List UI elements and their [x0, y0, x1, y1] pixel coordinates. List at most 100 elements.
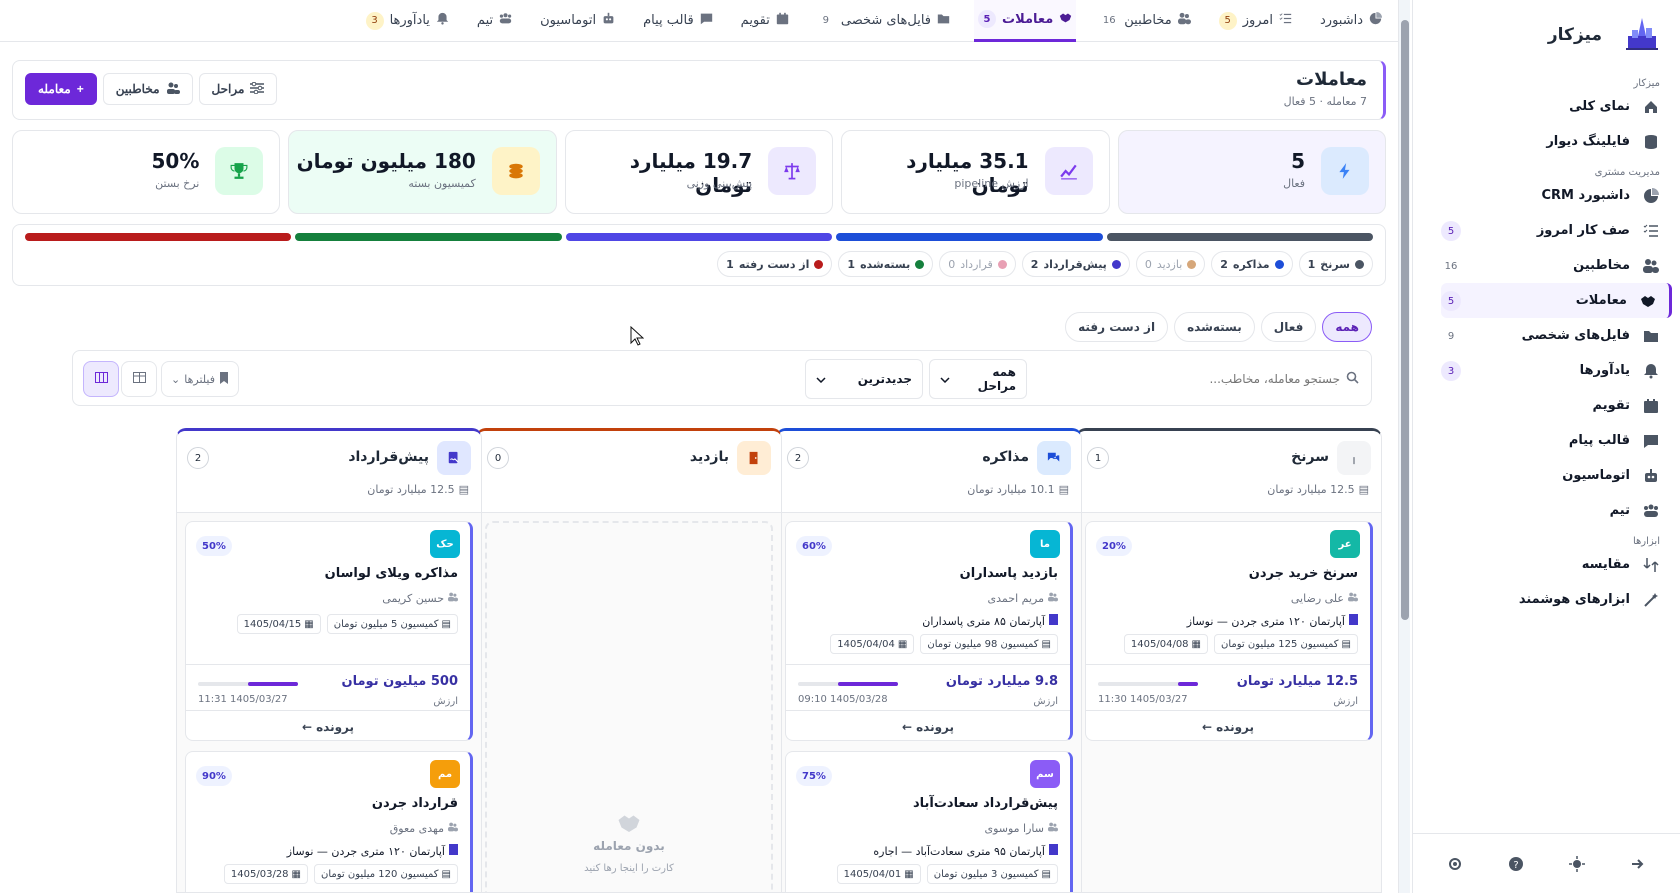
stage-select[interactable]: همه مراحل — [929, 359, 1027, 399]
sidebar-item[interactable]: یادآورها 3 — [1441, 353, 1672, 388]
deal-property[interactable]: آپارتمان ۱۲۰ متری جردن — نوساز — [287, 844, 458, 858]
property-name: آپارتمان ۱۲۰ متری جردن — نوساز — [286, 844, 445, 858]
gear-icon[interactable] — [1446, 855, 1464, 873]
stage-chip[interactable]: قرارداد 0 — [939, 251, 1016, 277]
top-tab[interactable]: تیم — [473, 0, 516, 42]
open-file-button[interactable]: پرونده ← — [186, 710, 470, 740]
folder-icon — [1642, 327, 1660, 345]
sidebar-item-badge: 16 — [1444, 260, 1458, 272]
avatar: مم — [430, 760, 460, 788]
stat-label: نرخ بستن — [155, 177, 200, 190]
theme-icon[interactable] — [1568, 855, 1586, 873]
filter-pill[interactable]: فعال — [1260, 312, 1317, 342]
top-tab[interactable]: مخاطبین 16 — [1096, 0, 1194, 42]
sidebar-item[interactable]: اتوماسیون — [1441, 458, 1672, 493]
coins-icon: ▤ — [1341, 638, 1351, 650]
filter-pill[interactable]: همه — [1322, 312, 1372, 342]
sidebar-item[interactable]: تقویم — [1441, 388, 1672, 423]
stage-chip[interactable]: پیش‌قرارداد 2 — [1021, 251, 1130, 277]
deal-card[interactable]: سم 75% پیش‌قرارداد سعادت‌آباد سارا موسوی آپا… — [785, 751, 1073, 892]
sidebar-item[interactable]: ابزارهای هوشمند — [1441, 582, 1672, 617]
search-box[interactable] — [1039, 363, 1359, 395]
board-view-button[interactable] — [83, 361, 119, 397]
deal-property[interactable]: آپارتمان ۸۵ متری پاسداران — [922, 614, 1058, 628]
deal-property[interactable]: آپارتمان ۹۵ متری سعادت‌آباد — اجاره — [873, 844, 1058, 858]
top-tab[interactable]: قالب پیام — [639, 0, 717, 42]
stage-chip[interactable]: سرنخ 1 — [1298, 251, 1373, 277]
team-icon — [1642, 502, 1660, 520]
stage-chip-count: 2 — [1220, 257, 1228, 271]
avatar: ما — [1030, 530, 1060, 558]
deal-card[interactable]: عر 20% سرنخ خرید جردن علی رضایی آپارتمان ۱۲۰… — [1085, 521, 1373, 741]
sidebar-item-label: تقویم — [1592, 398, 1630, 413]
deal-property[interactable]: آپارتمان ۱۲۰ متری جردن — نوساز — [1187, 614, 1358, 628]
logout-icon[interactable] — [1629, 855, 1647, 873]
deal-card[interactable]: مم 90% قرارداد جردن مهدی معوق آپارتمان ۱۲۰ م… — [185, 751, 473, 892]
deal-tags: ▤ کمیسیون 120 میلیون تومان ▦ 1405/03/28 — [223, 864, 458, 884]
calendar-icon: ▦ — [904, 868, 914, 880]
open-file-button[interactable]: پرونده ← — [1086, 710, 1370, 740]
top-tab[interactable]: فایل‌های شخصی 9 — [813, 0, 954, 42]
stage-chip[interactable]: بازدید 0 — [1135, 251, 1206, 277]
sidebar-item[interactable]: صف کار امروز 5 — [1441, 213, 1672, 248]
empty-dropzone[interactable]: بدون معامله کارت را اینجا رها کنید — [485, 521, 773, 892]
stage-chip[interactable]: مذاکره 2 — [1211, 251, 1293, 277]
sidebar-item[interactable]: مخاطبین 16 — [1441, 248, 1672, 283]
filters-button[interactable]: فیلترها ⌄ — [161, 361, 239, 397]
sidebar-item-label: قالب پیام — [1568, 433, 1630, 448]
commission-tag: ▤ کمیسیون 3 میلیون تومان — [926, 864, 1058, 884]
sidebar-item-badge: 3 — [1441, 361, 1461, 381]
search-input[interactable] — [1060, 372, 1340, 386]
copy-icon: ▤ — [1358, 483, 1369, 496]
top-tab[interactable]: داشبورد — [1316, 0, 1386, 42]
page-scrollbar[interactable] — [1398, 0, 1410, 893]
deal-card[interactable]: ما 60% بازدید پاسداران مریم احمدی آپارتمان ۸… — [785, 521, 1073, 741]
sort-select[interactable]: جدیدترین — [805, 359, 923, 399]
top-tab[interactable]: یادآورها 3 — [362, 0, 453, 42]
top-tab[interactable]: اتوماسیون — [536, 0, 619, 42]
plus-icon: + — [76, 82, 84, 96]
column-title: بازدید — [689, 449, 729, 465]
table-view-button[interactable] — [121, 361, 157, 397]
sidebar-item[interactable]: معاملات 5 — [1441, 283, 1672, 318]
top-tab[interactable]: معاملات 5 — [974, 0, 1077, 42]
sidebar-item[interactable]: نمای کلی — [1441, 89, 1672, 124]
pipeline-segment — [836, 233, 1103, 241]
stage-chip[interactable]: از دست رفته 1 — [717, 251, 833, 277]
handshake-icon — [487, 811, 771, 835]
deal-person: سارا موسوی — [984, 822, 1058, 835]
pipeline-segment — [295, 233, 562, 241]
bookmark-icon — [219, 371, 229, 387]
contacts-button[interactable]: مخاطبین — [102, 73, 193, 105]
sidebar-item[interactable]: تیم — [1441, 493, 1672, 528]
top-tab[interactable]: تقویم — [737, 0, 793, 42]
sidebar-item[interactable]: قالب پیام — [1441, 423, 1672, 458]
commission-tag: ▤ کمیسیون 5 میلیون تومان — [326, 614, 458, 634]
open-file-button[interactable]: پرونده ← — [786, 710, 1070, 740]
deal-timestamp: 1405/03/28 09:10 — [798, 694, 888, 705]
top-tab-label: اتوماسیون — [540, 13, 597, 28]
top-tab-label: داشبورد — [1320, 13, 1363, 28]
filter-pill[interactable]: بسته‌شده — [1174, 312, 1255, 342]
top-tab[interactable]: امروز 5 — [1215, 0, 1296, 42]
stage-dot — [1111, 259, 1121, 269]
chevron-down-icon — [816, 372, 826, 386]
top-tab-label: فایل‌های شخصی — [840, 13, 932, 28]
filter-pill[interactable]: از دست رفته — [1065, 312, 1169, 342]
sidebar-item[interactable]: داشبورد CRM — [1441, 178, 1672, 213]
calendar-icon: ▦ — [304, 618, 314, 630]
stages-button[interactable]: مراحل — [198, 73, 278, 105]
stage-chips: سرنخ 1 مذاکره 2 بازدید 0 پیش‌قرارداد 2 قرارداد 0 ب… — [717, 251, 1373, 277]
sidebar-item-label: معاملات — [1575, 293, 1627, 308]
new-deal-button[interactable]: + معامله — [25, 73, 97, 105]
building-icon — [1049, 614, 1058, 628]
stage-chip[interactable]: بسته‌شده 1 — [838, 251, 934, 277]
scrollbar-thumb[interactable] — [1401, 20, 1409, 620]
sidebar-item[interactable]: فایلینگ دیوار — [1441, 124, 1672, 159]
help-icon[interactable]: ? — [1507, 855, 1525, 873]
kanban-column: سرنخ 1 ▤ 12.5 میلیارد تومان عر 20% سرنخ خرید ج… — [1076, 428, 1382, 893]
page-title: معاملات — [1296, 69, 1367, 90]
deal-card[interactable]: حک 50% مذاکره ویلای لواسان حسین کریمی ▤ کمیسی… — [185, 521, 473, 741]
sidebar-item[interactable]: مقایسه — [1441, 547, 1672, 582]
sidebar-item[interactable]: فایل‌های شخصی 9 — [1441, 318, 1672, 353]
